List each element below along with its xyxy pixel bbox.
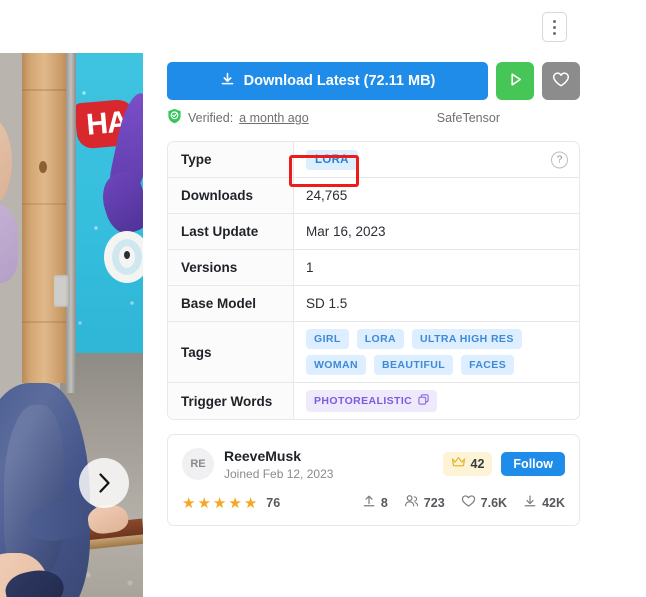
- verified-row: Verified: a month ago SafeTensor: [167, 108, 580, 129]
- stat-value: 8: [380, 496, 388, 510]
- stat-value: 723: [423, 496, 445, 510]
- row-label-trigger-words: Trigger Words: [168, 383, 294, 419]
- crown-icon: [451, 455, 466, 473]
- download-icon: [220, 72, 235, 91]
- rank-value: 42: [470, 457, 485, 472]
- verified-shield-icon: [167, 108, 182, 129]
- help-circle-icon[interactable]: ?: [551, 151, 568, 168]
- users-icon: [404, 494, 419, 513]
- more-options-button[interactable]: [542, 12, 567, 42]
- copy-icon[interactable]: [418, 394, 429, 408]
- table-row: Downloads 24,765: [168, 178, 579, 214]
- model-details-panel: Download Latest (72.11 MB) Verified: a m…: [167, 0, 580, 526]
- star-icon: ★: [212, 494, 227, 512]
- download-latest-button[interactable]: Download Latest (72.11 MB): [167, 62, 488, 100]
- play-button[interactable]: [496, 62, 534, 100]
- action-button-row: Download Latest (72.11 MB): [167, 62, 580, 100]
- creator-card: RE ReeveMusk Joined Feb 12, 2023 42 Foll…: [167, 434, 580, 526]
- tag-pill[interactable]: LORA: [356, 329, 405, 349]
- file-format-label: SafeTensor: [436, 111, 500, 125]
- star-icon: ★: [182, 494, 196, 512]
- star-icon: ★: [197, 494, 211, 512]
- download-latest-label: Download Latest (72.11 MB): [243, 73, 436, 89]
- row-value-trigger-words: PHOTOREALISTIC: [294, 383, 579, 419]
- tag-pill[interactable]: GIRL: [306, 329, 349, 349]
- table-row: Trigger Words PHOTOREALISTIC: [168, 383, 579, 419]
- table-row: Base Model SD 1.5: [168, 286, 579, 322]
- toolbar: [167, 0, 580, 42]
- tag-pill[interactable]: FACES: [461, 355, 515, 375]
- row-value-tags: GIRL LORA ULTRA HIGH RES WOMAN BEAUTIFUL…: [294, 322, 579, 382]
- avatar[interactable]: RE: [182, 448, 214, 481]
- stat-downloads: 42K: [523, 494, 565, 513]
- tag-pill[interactable]: ULTRA HIGH RES: [412, 329, 522, 349]
- stat-value: 42K: [542, 496, 565, 510]
- creator-stats: 8 723 7.6K 42K: [362, 494, 565, 513]
- chevron-right-icon: [98, 473, 111, 493]
- heart-icon: [461, 494, 476, 513]
- star-icon: ★: [243, 494, 258, 512]
- stat-uploads: 8: [362, 494, 388, 513]
- star-icon: ★: [228, 494, 242, 512]
- verified-time-link[interactable]: a month ago: [239, 111, 309, 125]
- rating[interactable]: ★ ★ ★ ★ ★ 76: [182, 496, 280, 511]
- verified-label: Verified:: [188, 111, 234, 125]
- rank-badge: 42: [442, 452, 493, 477]
- row-label-base-model: Base Model: [168, 286, 294, 321]
- row-label-tags: Tags: [168, 322, 294, 382]
- stat-followers: 723: [404, 494, 445, 513]
- row-value-type: LORA ?: [294, 142, 579, 177]
- row-label-downloads: Downloads: [168, 178, 294, 213]
- upload-icon: [362, 494, 376, 513]
- rating-count: 76: [266, 496, 281, 510]
- table-row: Type LORA ?: [168, 142, 579, 178]
- row-value-last-update: Mar 16, 2023: [306, 224, 386, 239]
- row-value-downloads: 24,765: [306, 188, 348, 203]
- table-row: Tags GIRL LORA ULTRA HIGH RES WOMAN BEAU…: [168, 322, 579, 383]
- follow-button[interactable]: Follow: [501, 452, 565, 477]
- download-icon: [523, 494, 537, 513]
- stat-value: 7.6K: [480, 496, 508, 510]
- row-label-type: Type: [168, 142, 294, 177]
- carousel-next-button[interactable]: [79, 458, 129, 508]
- creator-joined-date: Joined Feb 12, 2023: [224, 466, 334, 481]
- row-label-last-update: Last Update: [168, 214, 294, 249]
- row-label-versions: Versions: [168, 250, 294, 285]
- model-image-carousel[interactable]: HA: [0, 53, 143, 597]
- creator-name[interactable]: ReeveMusk: [224, 448, 333, 466]
- carousel-photo: HA: [0, 53, 143, 597]
- tag-pill[interactable]: WOMAN: [306, 355, 366, 375]
- table-row: Last Update Mar 16, 2023: [168, 214, 579, 250]
- kebab-menu-icon: [553, 19, 556, 35]
- heart-icon: [552, 71, 570, 91]
- trigger-word-pill[interactable]: PHOTOREALISTIC: [306, 390, 438, 412]
- row-value-versions: 1: [306, 260, 314, 275]
- stat-likes: 7.6K: [461, 494, 507, 513]
- tag-pill[interactable]: BEAUTIFUL: [374, 355, 454, 375]
- play-icon: [507, 71, 524, 91]
- favorite-button[interactable]: [542, 62, 580, 100]
- row-value-base-model: SD 1.5: [306, 296, 348, 311]
- model-info-table: Type LORA ? Downloads 24,765 Last Update…: [167, 141, 580, 420]
- type-badge[interactable]: LORA: [306, 149, 358, 170]
- table-row: Versions 1: [168, 250, 579, 286]
- trigger-word-label: PHOTOREALISTIC: [314, 395, 413, 407]
